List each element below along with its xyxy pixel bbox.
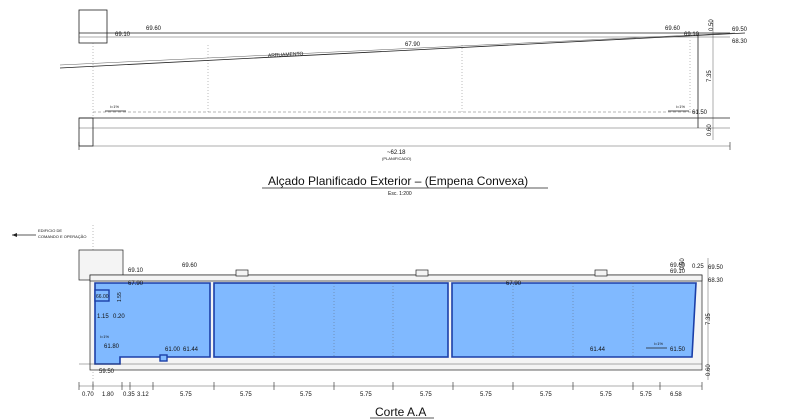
elevation-level-mid: 67.90 [405, 42, 421, 48]
section-slope-right: i=1% [654, 341, 663, 346]
section-dim-label: 6.58 [670, 392, 682, 398]
section-building-label-1: EDIFICIO DE [38, 228, 62, 233]
elevation-left-foot [78, 117, 94, 147]
section-level-mid-water: 67.90 [506, 281, 522, 287]
elevation-dim-mid: 7.35 [707, 70, 713, 82]
section-sump [159, 354, 168, 362]
section-dim-label: 5.75 [240, 392, 252, 398]
section-dim-155: 1.55 [117, 292, 123, 302]
section-title: Corte A.A [375, 405, 426, 419]
elevation-level-right-d: 68.30 [732, 39, 748, 45]
technical-drawing: ARRUAMENTO 69.10 69.60 67.90 69.60 69.10… [12, 9, 748, 419]
section-building-arrowhead [12, 233, 17, 237]
section-dim-labels: 0.70 1.80 0.35 3.12 5.75 5.75 5.75 5.75 5.75 5.75… [82, 392, 682, 398]
section-level-6180: 61.80 [104, 344, 120, 350]
section-level-left-upper: 69.60 [182, 263, 198, 269]
section-dim-020: 0.20 [113, 314, 125, 320]
section-vent [415, 269, 429, 277]
section-dim-label: 5.75 [480, 392, 492, 398]
section-building-label-2: COMANDO E OPERAÇÃO [38, 234, 86, 239]
section-dim-label: 5.75 [600, 392, 612, 398]
section-level-6150-right: 61.50 [670, 347, 686, 353]
section-dim-label: 0.35 [123, 392, 135, 398]
road-slope-line [59, 32, 746, 69]
section-view: EDIFICIO DE COMANDO E OPERAÇÃO 69.10 69.… [12, 225, 724, 419]
section-dim-top: 0.50 [680, 258, 686, 270]
section-vent [235, 269, 249, 277]
section-dim-115: 1.15 [97, 314, 109, 320]
section-vent [594, 269, 608, 277]
elevation-level-right-c: 69.50 [732, 27, 748, 33]
section-cover-slab [89, 274, 703, 282]
section-dim-label: 5.75 [300, 392, 312, 398]
elevation-view: ARRUAMENTO 69.10 69.60 67.90 69.60 69.10… [59, 9, 748, 197]
elevation-level-right-a: 69.60 [665, 26, 681, 32]
section-level-5950: 59.50 [99, 369, 115, 375]
section-dim-label: 5.75 [180, 392, 192, 398]
section-dim-label: 1.80 [102, 392, 114, 398]
road-slope-line-2 [59, 32, 736, 66]
elevation-title: Alçado Planificado Exterior – (Empena Co… [268, 174, 528, 188]
section-level-right-d: 68.30 [708, 278, 724, 284]
section-level-left-water: 67.90 [128, 281, 144, 287]
section-dim-label: 3.12 [137, 392, 149, 398]
elevation-level-left-upper: 69.60 [146, 26, 162, 32]
elevation-length-sub: (PLANIFICADO) [382, 156, 412, 161]
section-level-left-top: 69.10 [128, 268, 144, 274]
elevation-slope-left: i=1% [110, 104, 119, 109]
elevation-dim-top: 0.50 [709, 19, 715, 31]
elevation-left-block [78, 9, 108, 44]
section-level-6100: 61.00 [165, 347, 181, 353]
section-dim-label: 5.75 [360, 392, 372, 398]
section-slope-left: i=1% [100, 334, 109, 339]
elevation-dim-bottom: 0.60 [707, 124, 713, 136]
elevation-scale: Esc. 1:200 [388, 191, 412, 197]
section-dim-025: 0.25 [692, 264, 704, 270]
section-dim-label: 5.75 [420, 392, 432, 398]
section-dim-label: 5.75 [640, 392, 652, 398]
section-dim-label: 0.70 [82, 392, 94, 398]
section-water-main [213, 282, 449, 358]
elevation-slope-right: i=1% [676, 104, 685, 109]
section-level-small-box: 66.00 [96, 294, 109, 300]
section-level-6144-right: 61.44 [590, 347, 606, 353]
section-dim-bottom: 0.60 [706, 364, 712, 376]
elevation-level-left-top: 69.10 [115, 32, 131, 38]
elevation-level-right-bottom: 61.50 [692, 110, 708, 116]
road-label: ARRUAMENTO [268, 51, 304, 59]
section-dim-label: 5.75 [540, 392, 552, 398]
section-level-6144-left: 61.44 [183, 347, 199, 353]
section-level-right-c: 69.50 [708, 265, 724, 271]
elevation-level-right-b: 69.10 [684, 32, 700, 38]
section-dim-mid: 7.35 [706, 313, 712, 325]
